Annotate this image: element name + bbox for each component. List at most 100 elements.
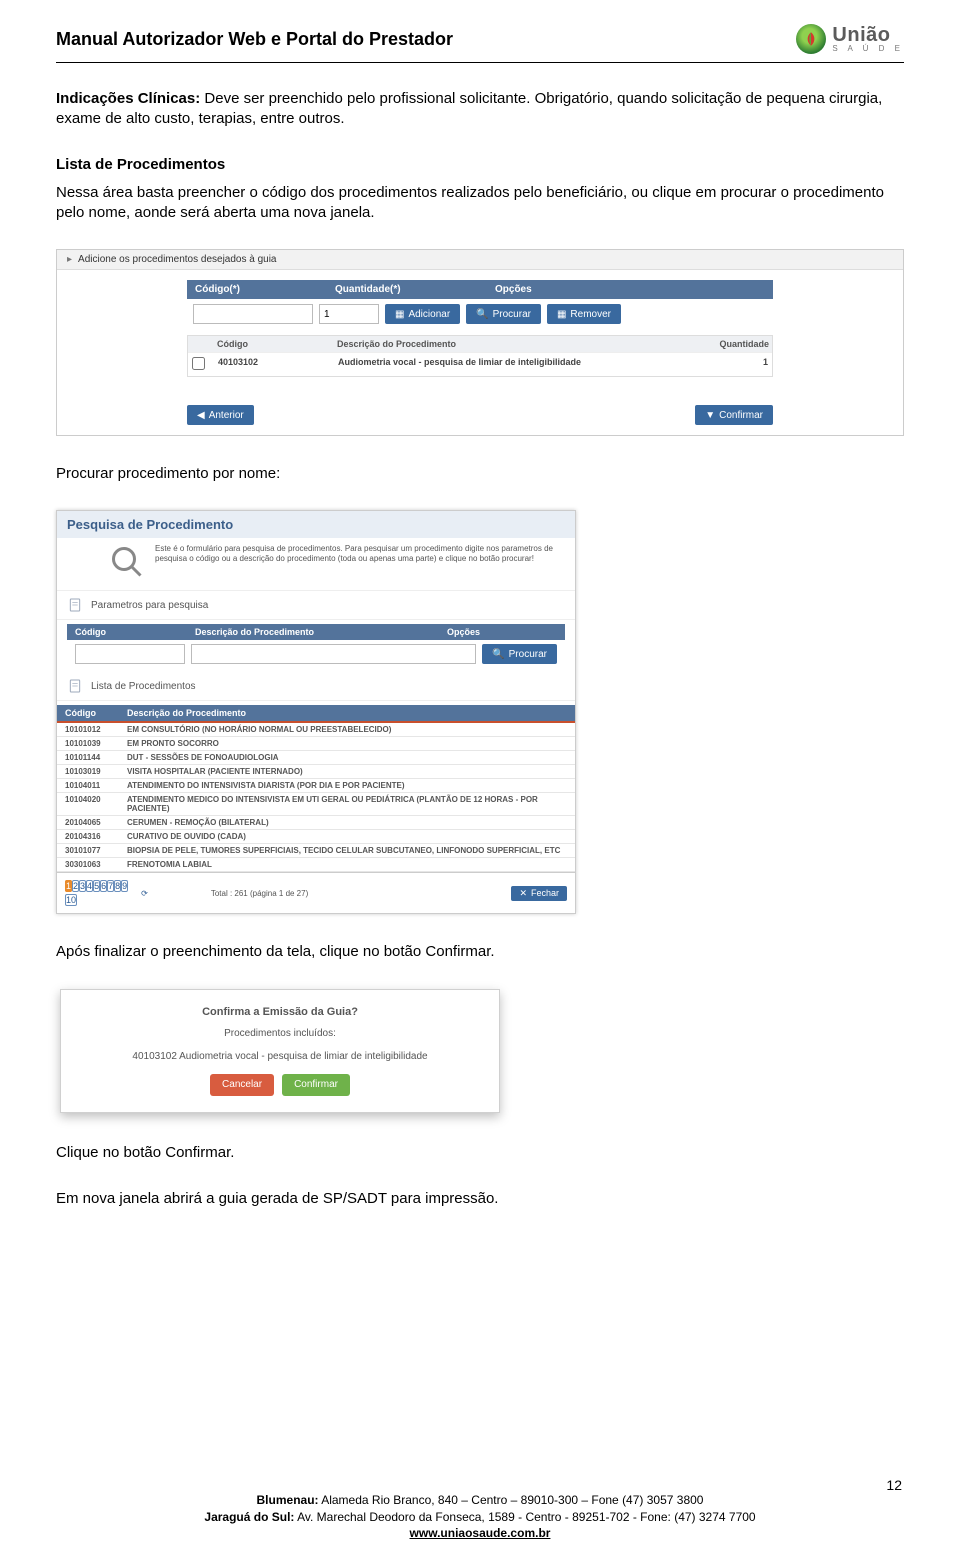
filter-col-opcoes: Opções [447, 627, 557, 637]
row-quantidade: 1 [692, 353, 772, 376]
dialog-question: Confirma a Emissão da Guia? [79, 1006, 481, 1018]
page-10[interactable]: 10 [65, 894, 77, 906]
table-row[interactable]: 30101077BIOPSIA DE PELE, TUMORES SUPERFI… [57, 844, 575, 858]
page-4[interactable]: 4 [86, 880, 93, 892]
modal-description: Este é o formulário para pesquisa de pro… [57, 538, 575, 591]
search-icon: 🔍 [476, 309, 488, 320]
col-quantidade: Quantidade(*) [335, 284, 495, 295]
row-code: 20104065 [65, 818, 127, 827]
search-icon: 🔍 [492, 649, 504, 660]
remover-button[interactable]: ▦ Remover [547, 304, 621, 324]
row-desc: CERUMEN - REMOÇÃO (BILATERAL) [127, 818, 567, 827]
para-nova-janela: Em nova janela abrirá a guia gerada de S… [56, 1189, 904, 1209]
para-lista-desc: Nessa área basta preencher o código dos … [56, 183, 904, 224]
filter-header: Código Descrição do Procedimento Opções [67, 624, 565, 640]
table-row[interactable]: 20104316CURATIVO DE OUVIDO (CADA) [57, 830, 575, 844]
row-desc: ATENDIMENTO MEDICO DO INTENSIVISTA EM UT… [127, 795, 567, 813]
dialog-subtitle: Procedimentos incluídos: [79, 1028, 481, 1039]
cancelar-button[interactable]: Cancelar [210, 1074, 274, 1096]
adicionar-button[interactable]: ▦ Adicionar [385, 304, 460, 324]
brand-sub: S A Ú D E [832, 45, 904, 53]
pager: 12345678910 ⟳ Total : 261 (página 1 de 2… [57, 872, 575, 913]
row-code: 10104020 [65, 795, 127, 813]
row-code: 20104316 [65, 832, 127, 841]
col-codigo: Código(*) [195, 284, 335, 295]
arrow-down-icon: ▼ [705, 410, 715, 421]
procurar-button[interactable]: 🔍 Procurar [466, 304, 541, 324]
heading-procurar-nome: Procurar procedimento por nome: [56, 464, 904, 484]
footer-url: www.uniaosaude.com.br [410, 1526, 551, 1540]
add-table-header: Código(*) Quantidade(*) Opções [187, 280, 773, 299]
filter-row: 🔍 Procurar [67, 640, 565, 668]
table-row[interactable]: 10101144DUT - SESSÕES DE FONOAUDIOLOGIA [57, 751, 575, 765]
table-row[interactable]: 10101012EM CONSULTÓRIO (NO HORÁRIO NORMA… [57, 723, 575, 737]
row-code: 30101077 [65, 846, 127, 855]
pager-total: Total : 261 (página 1 de 27) [211, 889, 308, 898]
page-9[interactable]: 9 [121, 880, 128, 892]
row-desc: VISITA HOSPITALAR (PACIENTE INTERNADO) [127, 767, 567, 776]
close-icon: ✕ [519, 888, 527, 899]
row-desc: ATENDIMENTO DO INTENSIVISTA DIARISTA (PO… [127, 781, 567, 790]
refresh-icon[interactable]: ⟳ [141, 889, 148, 898]
row-desc: FRENOTOMIA LABIAL [127, 860, 567, 869]
row-code: 10104011 [65, 781, 127, 790]
table-row[interactable]: 10103019VISITA HOSPITALAR (PACIENTE INTE… [57, 765, 575, 779]
table-row[interactable]: 20104065CERUMEN - REMOÇÃO (BILATERAL) [57, 816, 575, 830]
row-code: 30301063 [65, 860, 127, 869]
accordion-header[interactable]: ▸ Adicione os procedimentos desejados à … [57, 250, 903, 270]
dialog-item: 40103102 Audiometria vocal - pesquisa de… [79, 1051, 481, 1062]
table-row[interactable]: 10104020ATENDIMENTO MEDICO DO INTENSIVIS… [57, 793, 575, 816]
confirmar-dialog-button[interactable]: Confirmar [282, 1074, 350, 1096]
row-desc: EM CONSULTÓRIO (NO HORÁRIO NORMAL OU PRE… [127, 725, 567, 734]
table-row[interactable]: 10101039EM PRONTO SOCORRO [57, 737, 575, 751]
chevron-right-icon: ▸ [67, 254, 72, 265]
brand-logo: União S A Ú D E [796, 24, 904, 54]
row-desc: BIOPSIA DE PELE, TUMORES SUPERFICIAIS, T… [127, 846, 567, 855]
para-apos-finalizar: Após finalizar o preenchimento da tela, … [56, 942, 904, 962]
doc-title: Manual Autorizador Web e Portal do Prest… [56, 29, 453, 50]
heading-lista-procedimentos: Lista de Procedimentos [56, 156, 904, 173]
add-input-row: ▦ Adicionar 🔍 Procurar ▦ Remover [187, 299, 773, 329]
filter-descricao-input[interactable] [191, 644, 476, 664]
filter-col-codigo: Código [75, 627, 195, 637]
page-2[interactable]: 2 [72, 880, 79, 892]
leaf-icon [796, 24, 826, 54]
page-1[interactable]: 1 [65, 880, 72, 892]
table-row[interactable]: 10104011ATENDIMENTO DO INTENSIVISTA DIAR… [57, 779, 575, 793]
col-codigo-sub: Código [214, 336, 334, 352]
page-header: Manual Autorizador Web e Portal do Prest… [56, 24, 904, 63]
document-icon [67, 678, 83, 694]
magnifier-icon [109, 544, 145, 580]
brand-name: União [832, 25, 904, 45]
added-items-header: Código Descrição do Procedimento Quantid… [188, 336, 772, 352]
para-indicacoes: Indicações Clínicas: Deve ser preenchido… [56, 89, 904, 130]
filter-procurar-button[interactable]: 🔍 Procurar [482, 644, 557, 664]
col-opcoes: Opções [495, 284, 532, 295]
filter-col-descricao: Descrição do Procedimento [195, 627, 447, 637]
row-descricao: Audiometria vocal - pesquisa de limiar d… [334, 353, 692, 376]
anterior-button[interactable]: ◀ Anterior [187, 405, 254, 425]
quantidade-input[interactable] [319, 304, 379, 324]
row-code: 10103019 [65, 767, 127, 776]
row-codigo: 40103102 [214, 353, 334, 376]
codigo-input[interactable] [193, 304, 313, 324]
row-checkbox[interactable] [192, 357, 205, 370]
filter-codigo-input[interactable] [75, 644, 185, 664]
page-3[interactable]: 3 [79, 880, 86, 892]
col-qtd-sub: Quantidade [692, 336, 772, 352]
row-code: 10101039 [65, 739, 127, 748]
col-descricao-sub: Descrição do Procedimento [334, 336, 692, 352]
row-code: 10101012 [65, 725, 127, 734]
modal-description-text: Este é o formulário para pesquisa de pro… [155, 544, 565, 580]
para-indicacoes-label: Indicações Clínicas: [56, 90, 200, 107]
added-items-table: Código Descrição do Procedimento Quantid… [187, 335, 773, 377]
result-table-header: Código Descrição do Procedimento [57, 705, 575, 721]
table-row[interactable]: 30301063FRENOTOMIA LABIAL [57, 858, 575, 872]
screenshot-confirm-dialog: Confirma a Emissão da Guia? Procedimento… [60, 989, 500, 1113]
modal-title: Pesquisa de Procedimento [57, 511, 575, 538]
confirmar-button[interactable]: ▼ Confirmar [695, 405, 773, 425]
fechar-button[interactable]: ✕ Fechar [511, 886, 567, 901]
arrow-left-icon: ◀ [197, 410, 205, 421]
page-footer: Blumenau: Alameda Rio Branco, 840 – Cent… [56, 1492, 904, 1541]
para-clique-confirmar: Clique no botão Confirmar. [56, 1143, 904, 1163]
